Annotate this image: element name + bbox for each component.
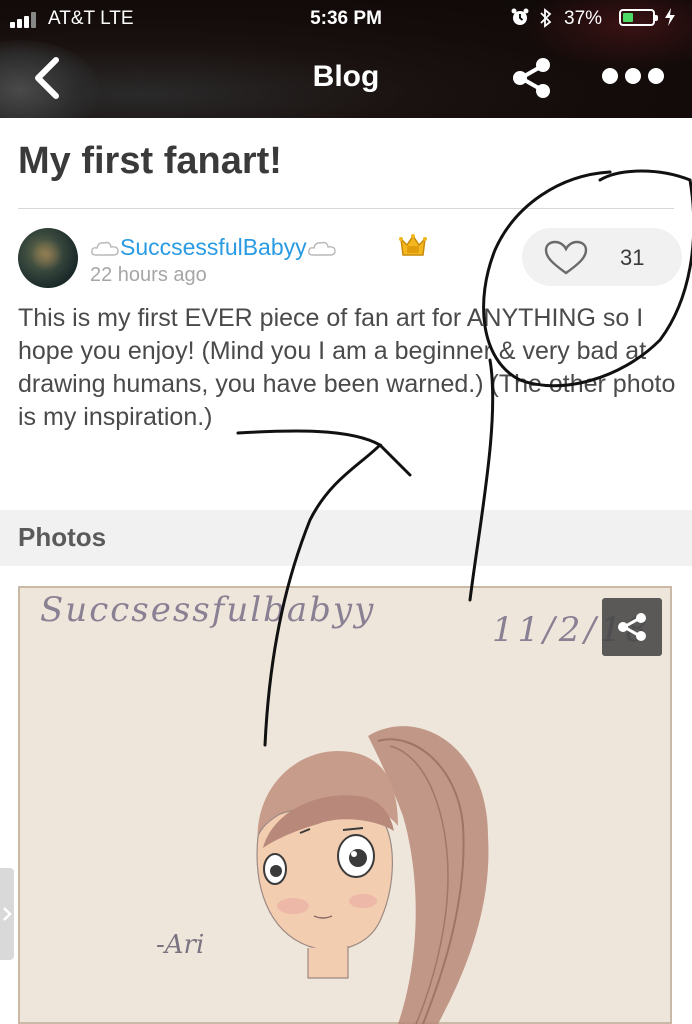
- photo-artist-mark: -Ari: [156, 930, 205, 960]
- share-button[interactable]: [510, 56, 554, 100]
- chevron-right-icon: [3, 907, 12, 921]
- app-header: AT&T LTE 5:36 PM 37% Blog: [0, 0, 692, 118]
- post-photo[interactable]: Succsessfulbabyy 11/2/18 -Ari: [18, 586, 672, 1024]
- heart-icon: [544, 240, 588, 275]
- bluetooth-icon: [538, 7, 554, 35]
- more-options-button[interactable]: [602, 66, 666, 88]
- cloud-icon: [307, 239, 337, 257]
- like-button[interactable]: 31: [522, 228, 682, 286]
- author-avatar[interactable]: [18, 228, 78, 288]
- nav-title: Blog: [312, 60, 380, 93]
- author-row[interactable]: SuccsessfulBabyy: [90, 234, 337, 264]
- status-bar: AT&T LTE 5:36 PM 37%: [0, 0, 692, 36]
- share-icon: [513, 58, 550, 98]
- photo-share-button[interactable]: [602, 598, 662, 656]
- cloud-icon: [90, 239, 120, 257]
- photos-section-label: Photos: [18, 522, 107, 552]
- alarm-icon: [510, 7, 530, 33]
- more-dots-icon: [602, 68, 618, 84]
- post-title: My first fanart!: [18, 140, 282, 182]
- like-count: 31: [620, 245, 645, 270]
- divider: [18, 208, 674, 209]
- crown-level-badge-icon[interactable]: [398, 231, 428, 261]
- battery-icon: [619, 9, 658, 26]
- author-name[interactable]: SuccsessfulBabyy: [120, 234, 307, 260]
- post-body: This is my first EVER piece of fan art f…: [18, 304, 676, 431]
- charging-bolt-icon: [664, 7, 676, 32]
- side-drawer-handle[interactable]: [0, 868, 14, 960]
- battery-fill: [623, 13, 633, 22]
- share-icon: [618, 613, 646, 641]
- post-timestamp: 22 hours ago: [90, 264, 207, 286]
- fanart-drawing: [256, 726, 489, 1024]
- battery-percent: 37%: [564, 8, 603, 29]
